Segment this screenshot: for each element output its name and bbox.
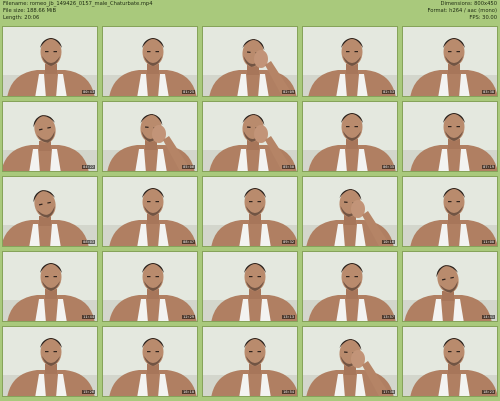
timestamp-label: 02:53 — [382, 89, 395, 94]
video-thumbnail[interactable]: 01:25 — [102, 26, 198, 97]
frame-image — [303, 102, 397, 171]
frame-image — [203, 252, 297, 321]
video-thumbnail[interactable]: 08:03 — [2, 176, 98, 247]
timestamp-label: 01:25 — [182, 89, 195, 94]
frame-image — [303, 252, 397, 321]
video-thumbnail[interactable]: 12:29 — [102, 251, 198, 322]
frame-image — [203, 27, 297, 96]
video-thumbnail[interactable]: 11:00 — [402, 176, 498, 247]
frame-image — [3, 27, 97, 96]
frame-image — [203, 102, 297, 171]
video-thumbnail[interactable]: 02:53 — [302, 26, 398, 97]
video-thumbnail[interactable]: 14:41 — [402, 251, 498, 322]
length-text: Length: 20:06 — [3, 15, 40, 21]
video-thumbnail[interactable]: 07:19 — [402, 101, 498, 172]
frame-image — [103, 177, 197, 246]
frame-image — [203, 327, 297, 396]
timestamp-label: 08:47 — [182, 239, 195, 244]
thumbnail-grid: 00:43 01:25 02:09 02:53 03:38 04:22 05:06 05:50… — [2, 26, 498, 399]
frame-image — [103, 27, 197, 96]
dimensions-text: Dimensions: 800x450 — [440, 1, 497, 7]
frame-image — [203, 177, 297, 246]
filename-text: Filename: romeo_jb_149426_0157_male_Chat… — [3, 1, 153, 7]
filesize-text: File size: 188.66 MiB — [3, 8, 57, 14]
timestamp-label: 08:03 — [82, 239, 95, 244]
video-thumbnail[interactable]: 18:23 — [402, 326, 498, 397]
frame-image — [403, 102, 497, 171]
info-left: Filename: romeo_jb_149426_0157_male_Chat… — [3, 1, 153, 22]
video-thumbnail[interactable]: 05:06 — [102, 101, 198, 172]
timestamp-label: 13:57 — [382, 314, 395, 319]
video-thumbnail[interactable]: 04:22 — [2, 101, 98, 172]
video-thumbnail[interactable]: 06:35 — [302, 101, 398, 172]
video-thumbnail[interactable]: 16:10 — [102, 326, 198, 397]
frame-image — [3, 252, 97, 321]
frame-image — [3, 177, 97, 246]
timestamp-label: 03:38 — [482, 89, 495, 94]
timestamp-label: 05:50 — [282, 164, 295, 169]
video-thumbnail[interactable]: 15:26 — [2, 326, 98, 397]
frame-image — [403, 177, 497, 246]
timestamp-label: 15:26 — [82, 389, 95, 394]
frame-image — [303, 177, 397, 246]
timestamp-label: 09:32 — [282, 239, 295, 244]
fps-text: FPS: 30.00 — [469, 15, 497, 21]
video-thumbnail[interactable]: 02:09 — [202, 26, 298, 97]
frame-image — [3, 327, 97, 396]
frame-image — [303, 327, 397, 396]
timestamp-label: 13:13 — [282, 314, 295, 319]
frame-image — [103, 327, 197, 396]
timestamp-label: 00:43 — [82, 89, 95, 94]
timestamp-label: 16:54 — [282, 389, 295, 394]
video-thumbnail[interactable]: 10:16 — [302, 176, 398, 247]
video-thumbnail[interactable]: 17:38 — [302, 326, 398, 397]
timestamp-label: 11:44 — [82, 314, 95, 319]
video-thumbnail[interactable]: 00:43 — [2, 26, 98, 97]
timestamp-label: 04:22 — [82, 164, 95, 169]
video-thumbnail[interactable]: 09:32 — [202, 176, 298, 247]
frame-image — [3, 102, 97, 171]
frame-image — [403, 327, 497, 396]
video-thumbnail[interactable]: 08:47 — [102, 176, 198, 247]
timestamp-label: 18:23 — [482, 389, 495, 394]
timestamp-label: 11:00 — [482, 239, 495, 244]
timestamp-label: 10:16 — [382, 239, 395, 244]
timestamp-label: 16:10 — [182, 389, 195, 394]
timestamp-label: 02:09 — [282, 89, 295, 94]
format-text: Format: h264 / aac (mono) — [427, 8, 497, 14]
timestamp-label: 06:35 — [382, 164, 395, 169]
timestamp-label: 14:41 — [482, 314, 495, 319]
video-thumbnail[interactable]: 03:38 — [402, 26, 498, 97]
video-thumbnail[interactable]: 16:54 — [202, 326, 298, 397]
info-header: Filename: romeo_jb_149426_0157_male_Chat… — [0, 0, 500, 26]
video-thumbnail[interactable]: 11:44 — [2, 251, 98, 322]
timestamp-label: 12:29 — [182, 314, 195, 319]
video-thumbnail[interactable]: 13:13 — [202, 251, 298, 322]
timestamp-label: 05:06 — [182, 164, 195, 169]
frame-image — [403, 27, 497, 96]
frame-image — [103, 252, 197, 321]
timestamp-label: 07:19 — [482, 164, 495, 169]
frame-image — [103, 102, 197, 171]
frame-image — [303, 27, 397, 96]
frame-image — [403, 252, 497, 321]
timestamp-label: 17:38 — [382, 389, 395, 394]
video-thumbnail[interactable]: 05:50 — [202, 101, 298, 172]
video-thumbnail[interactable]: 13:57 — [302, 251, 398, 322]
info-right: Dimensions: 800x450 Format: h264 / aac (… — [427, 1, 497, 22]
